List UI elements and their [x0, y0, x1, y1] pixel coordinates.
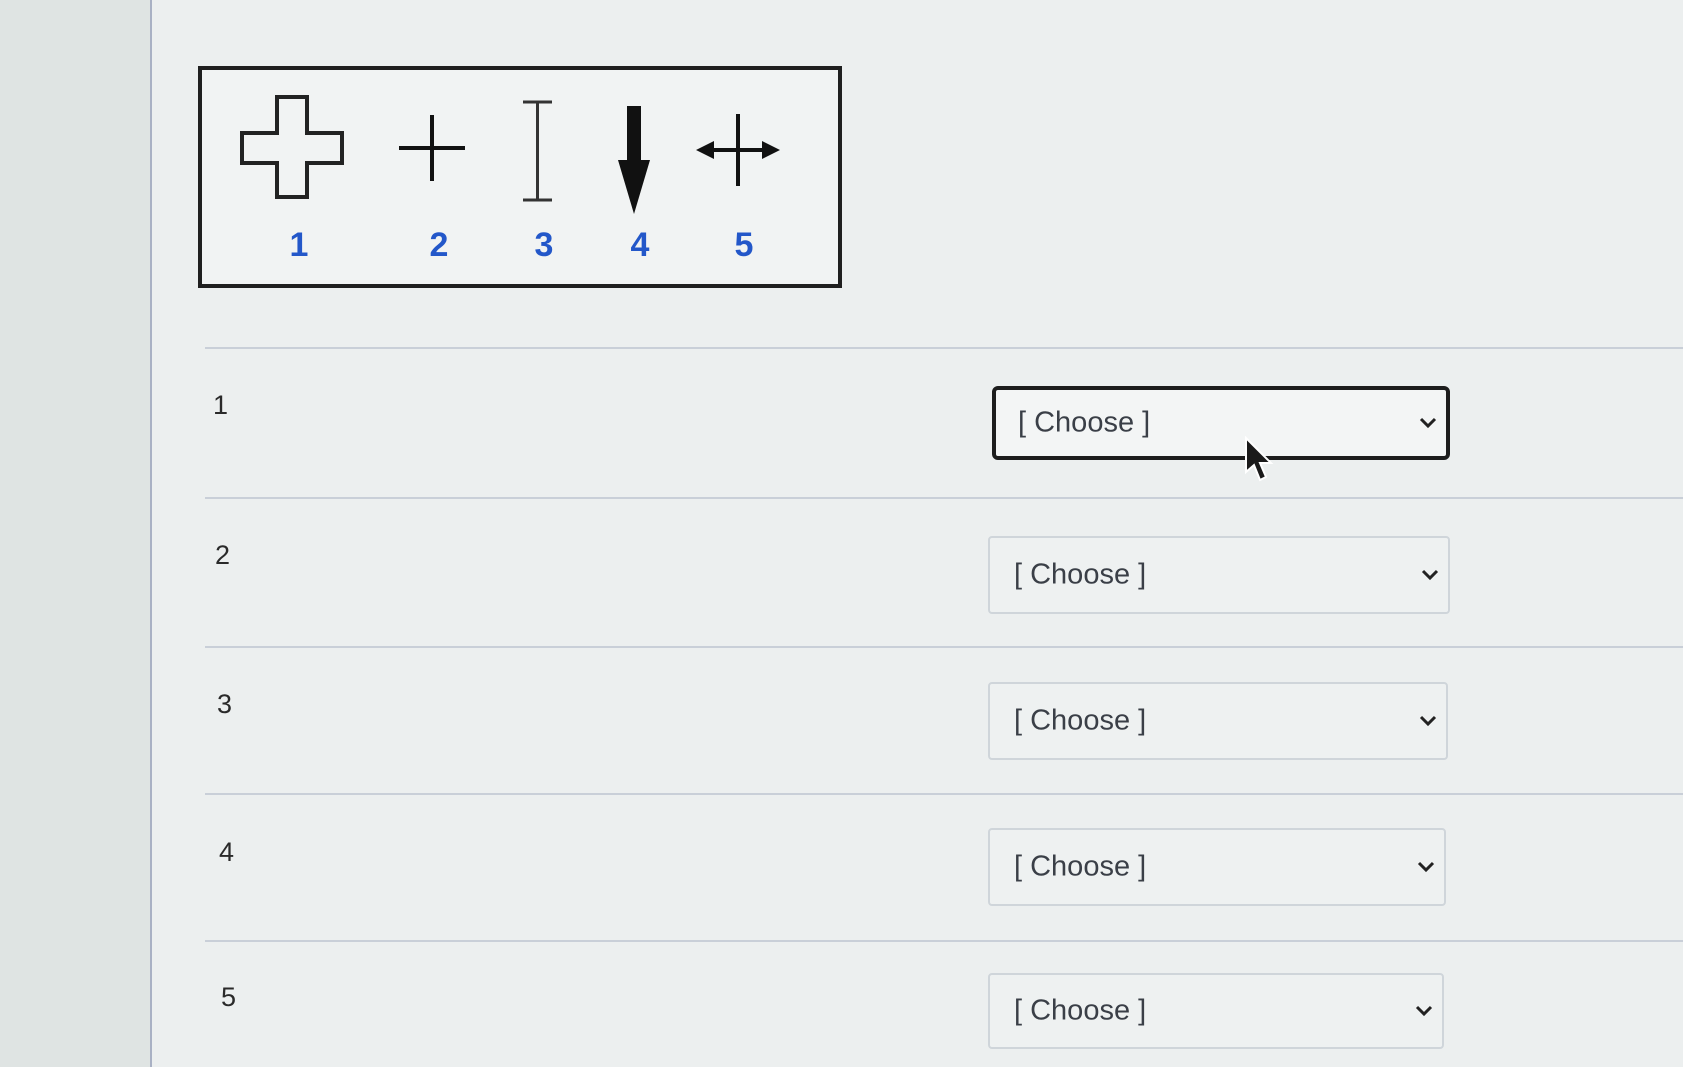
row-divider — [205, 940, 1683, 942]
answer-select-3[interactable]: [ Choose ] — [988, 682, 1448, 760]
row-number-4: 4 — [219, 837, 235, 867]
select-value: [ Choose ] — [1014, 994, 1147, 1027]
ibeam-text-cursor-icon — [523, 100, 552, 202]
row-divider — [205, 646, 1683, 648]
select-value: [ Choose ] — [1014, 704, 1147, 737]
legend-number-2: 2 — [429, 226, 449, 264]
chevron-down-icon — [1417, 861, 1435, 873]
crosshair-plus-icon — [399, 115, 465, 181]
row-number-2: 2 — [215, 540, 231, 570]
answer-select-1[interactable]: [ Choose ] — [992, 386, 1450, 460]
row-number-5: 5 — [221, 982, 237, 1012]
select-value: [ Choose ] — [1014, 850, 1147, 883]
answer-select-4[interactable]: [ Choose ] — [988, 828, 1446, 906]
chevron-down-icon — [1421, 569, 1439, 581]
legend-number-1: 1 — [289, 226, 309, 264]
answer-select-2[interactable]: [ Choose ] — [988, 536, 1450, 614]
row-divider — [205, 347, 1683, 349]
row-number-1: 1 — [213, 390, 229, 420]
answer-select-5[interactable]: [ Choose ] — [988, 973, 1444, 1049]
down-arrow-icon — [618, 106, 650, 214]
select-value: [ Choose ] — [1014, 558, 1147, 591]
legend-number-3: 3 — [534, 226, 554, 264]
cursor-legend-image: 1 2 3 4 5 — [198, 66, 842, 288]
chevron-down-icon — [1419, 417, 1437, 429]
left-margin-panel — [0, 0, 150, 1067]
row-divider — [205, 497, 1683, 499]
row-number-3: 3 — [217, 689, 233, 719]
chevron-down-icon — [1419, 715, 1437, 727]
legend-number-4: 4 — [630, 226, 650, 264]
select-value: [ Choose ] — [1018, 406, 1151, 439]
mouse-pointer-icon — [1245, 436, 1274, 482]
legend-number-5: 5 — [734, 226, 754, 264]
chevron-down-icon — [1415, 1005, 1433, 1017]
horizontal-resize-icon — [696, 114, 780, 186]
row-divider — [205, 793, 1683, 795]
hollow-cross-icon — [240, 95, 344, 199]
